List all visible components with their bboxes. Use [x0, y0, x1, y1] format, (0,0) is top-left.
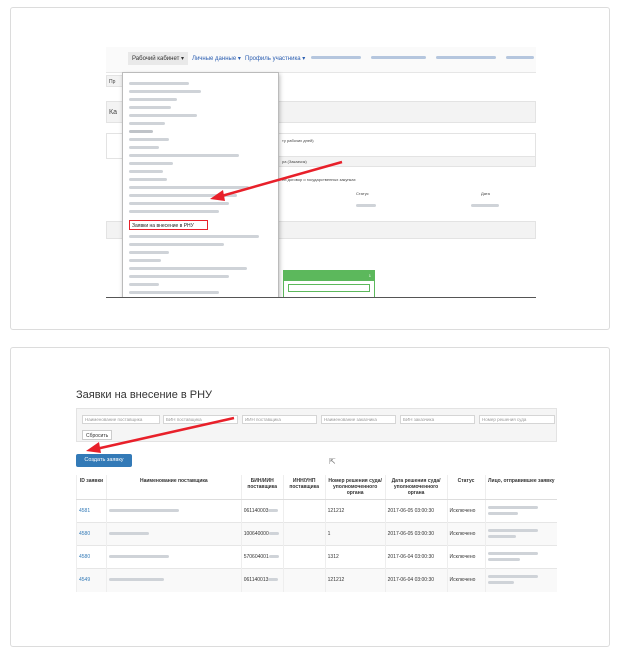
th-inn[interactable]: ИНН/УНП поставщика: [282, 475, 326, 500]
row-decision: 121212: [327, 508, 345, 514]
row-status: Исключено: [449, 577, 476, 584]
row-decision: 121212: [327, 577, 345, 584]
green-counter: 1: [368, 273, 371, 278]
row-date: 2017-06-05 03:00:30: [387, 531, 435, 537]
col-date-header: Дата: [481, 191, 490, 196]
filter-customer-name[interactable]: Наименование заказчика: [321, 415, 396, 424]
row-date: 2017-06-05 03:00:30: [387, 508, 435, 514]
row-date: 2017-06-04 03:00:30: [387, 577, 435, 584]
rnu-requests-screenshot: Заявки на внесение в РНУ Наименование по…: [74, 388, 557, 620]
th-bin[interactable]: БИН/ИИН поставщика: [240, 475, 284, 500]
row-date: 2017-06-04 03:00:30: [387, 554, 435, 560]
filter-bar: Наименование поставщика БИН поставщика И…: [76, 408, 557, 442]
filter-supplier-iin[interactable]: ИИН поставщика: [242, 415, 317, 424]
cabinet-dropdown-menu: Заявки на внесение в РНУ: [122, 72, 279, 297]
table-row[interactable]: 4580 100640000 1 2017-06-05 03:00:30 Иск…: [76, 522, 557, 546]
row-status: Исключено: [449, 554, 476, 560]
row-bin: 061140003: [243, 508, 269, 514]
cabinet-screenshot: Рабочий кабинет ▾ Личные данные ▾ Профил…: [106, 47, 536, 298]
reset-button[interactable]: Сбросить: [82, 430, 113, 440]
nav-item-cabinet[interactable]: Рабочий кабинет ▾: [128, 52, 189, 65]
filter-supplier-name[interactable]: Наименование поставщика: [82, 415, 160, 424]
row-status: Исключено: [449, 508, 476, 514]
page-title: Заявки на внесение в РНУ: [76, 389, 213, 401]
left-stub-top: Пр: [109, 79, 116, 85]
table-row[interactable]: 4549 061140013 121212 2017-06-04 03:00:3…: [76, 568, 557, 592]
row-id-link[interactable]: 4581: [79, 508, 90, 514]
nav-item-profile[interactable]: Профиль участника ▾: [245, 55, 305, 62]
col-status-header: Статус: [356, 191, 369, 196]
row-decision: 1: [327, 531, 331, 537]
green-counter-box: 1: [283, 270, 375, 297]
th-decision-date[interactable]: Дата решения суда/ уполномоченного орган…: [384, 475, 448, 500]
th-supplier-name[interactable]: Наименование поставщика: [105, 475, 242, 500]
mouse-cursor-icon: ⇱: [329, 457, 336, 466]
filter-customer-bin[interactable]: БИН заказчика: [400, 415, 475, 424]
row-id-link[interactable]: 4580: [79, 554, 90, 560]
th-id[interactable]: ID заявки: [76, 475, 107, 500]
table-row[interactable]: 4581 061140003 121212 2017-06-05 03:00:3…: [76, 499, 557, 523]
screenshot-card-top: Рабочий кабинет ▾ Личные данные ▾ Профил…: [10, 7, 610, 330]
create-request-button[interactable]: Создать заявку: [76, 454, 132, 467]
th-status[interactable]: Статус: [446, 475, 486, 500]
row-bin: 061140013: [243, 577, 269, 584]
th-decision-number[interactable]: Номер решения суда/ уполномоченного орга…: [324, 475, 386, 500]
row-id-link[interactable]: 4580: [79, 531, 90, 537]
row-decision: 1312: [327, 554, 339, 560]
filter-court-decision[interactable]: Номер решения суда: [479, 415, 555, 424]
filter-supplier-bin[interactable]: БИН поставщика: [163, 415, 238, 424]
requests-table: ID заявки Наименование поставщика БИН/ИИ…: [76, 475, 557, 592]
info-line-2: ра (Заказчик): [282, 159, 307, 164]
dropdown-item-rnu-requests[interactable]: Заявки на внесение в РНУ: [129, 220, 208, 230]
th-sender[interactable]: Лицо, отправившее заявку: [484, 475, 557, 500]
row-bin: 570604001: [243, 554, 269, 560]
row-status: Исключено: [449, 531, 476, 537]
info-line-3: ей договор о государственных закупках: [282, 177, 356, 182]
row-id-link[interactable]: 4549: [79, 577, 90, 583]
top-navbar: Рабочий кабинет ▾ Личные данные ▾ Профил…: [106, 47, 536, 73]
table-row[interactable]: 4580 570604001 1312 2017-06-04 03:00:30 …: [76, 545, 557, 569]
left-stub-mid: Ка: [109, 109, 117, 116]
row-bin: 100640000: [243, 531, 269, 537]
nav-item-personal[interactable]: Личные данные ▾: [192, 55, 241, 62]
info-line-1: ту рабочих дней): [282, 138, 314, 143]
screenshot-card-bottom: Заявки на внесение в РНУ Наименование по…: [10, 347, 610, 647]
